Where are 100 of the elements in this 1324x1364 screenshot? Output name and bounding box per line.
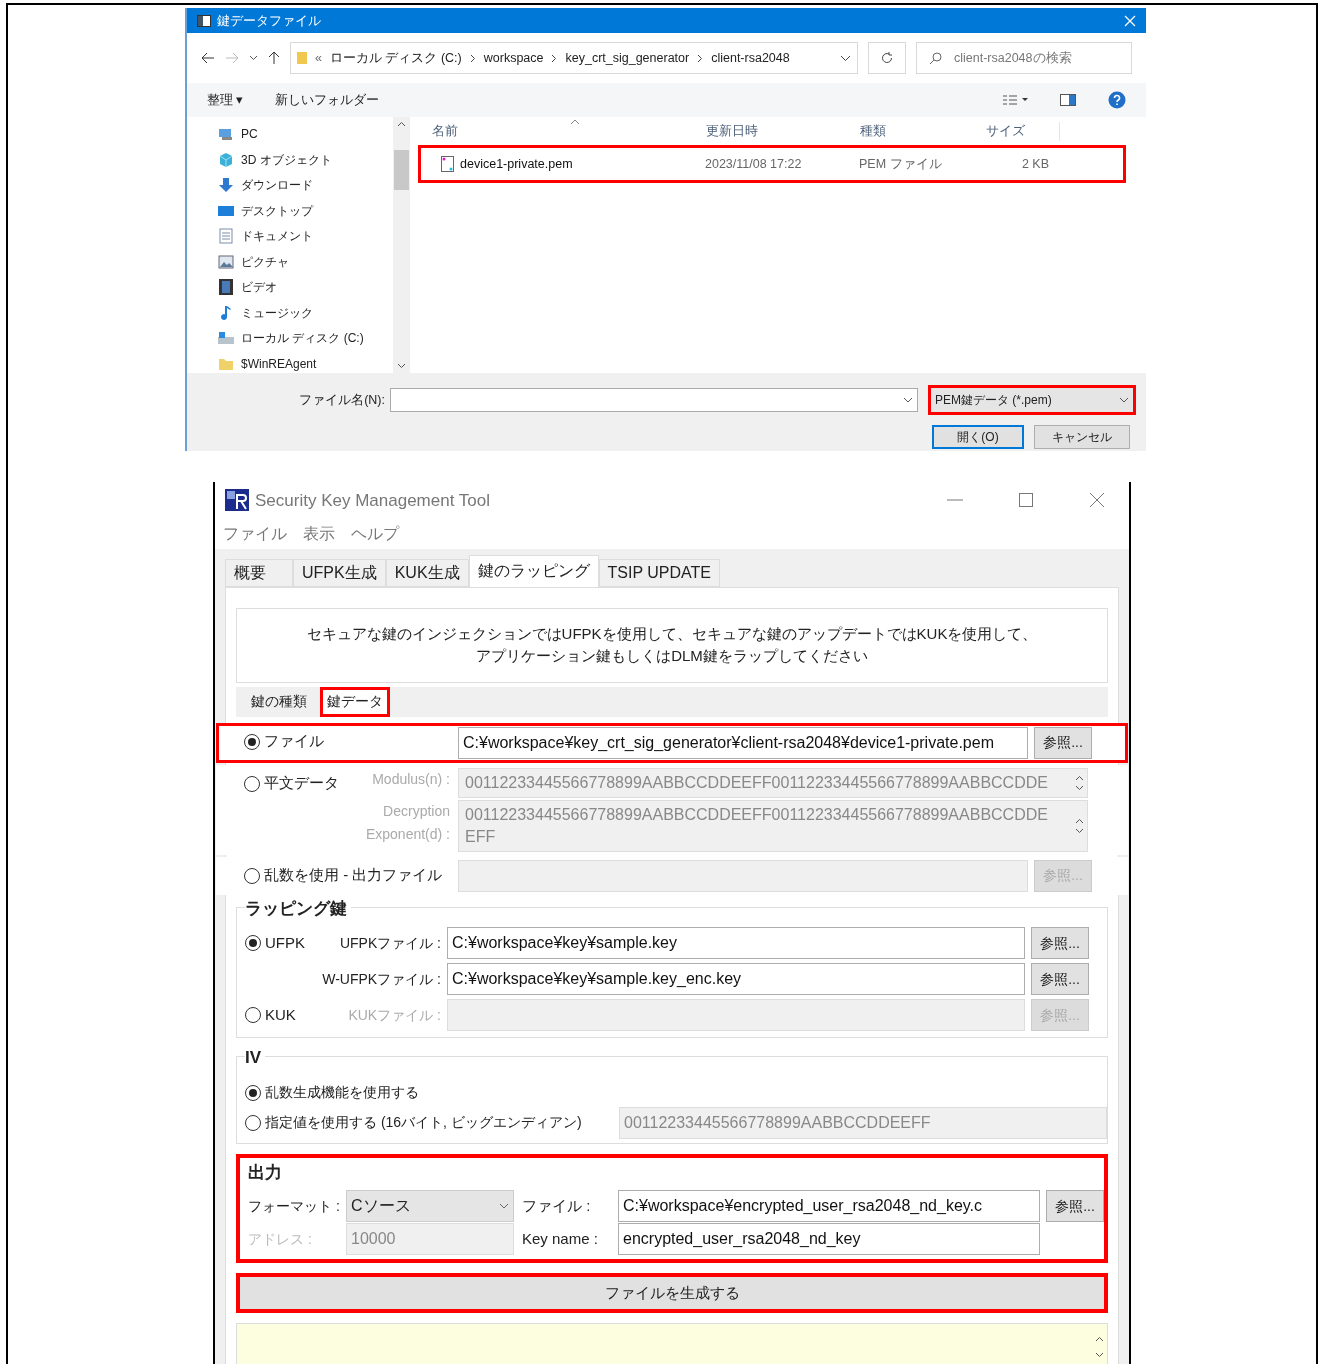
text-field[interactable]: C:¥workspace¥key¥sample.key_enc.key	[447, 963, 1025, 995]
column-header[interactable]: 種類	[854, 122, 980, 141]
text-field[interactable]: C:¥workspace¥encrypted_user_rsa2048_nd_key.c	[618, 1190, 1040, 1222]
sidebar-item[interactable]: ドキュメント	[241, 227, 313, 246]
path-segment[interactable]: key_crt_sig_generator	[565, 48, 690, 68]
preview-pane-icon[interactable]	[1060, 94, 1076, 106]
folder-icon	[219, 357, 233, 370]
scroll-down-icon[interactable]	[397, 363, 407, 369]
sidebar-item[interactable]: 3D オブジェクト	[241, 150, 332, 169]
radio-label[interactable]: 指定値を使用する (16バイト, ビッグエンディアン)	[265, 1112, 615, 1133]
organize-menu[interactable]: 整理 ▾	[207, 90, 244, 110]
folder-icon	[297, 51, 307, 65]
path-segment[interactable]: ローカル ディスク (C:)	[329, 48, 462, 68]
back-arrow-icon[interactable]	[201, 52, 215, 64]
close-icon[interactable]	[1089, 492, 1105, 509]
search-field[interactable]: client-rsa2048の検索	[916, 42, 1132, 74]
radio-button[interactable]	[245, 1084, 261, 1101]
tab[interactable]: KUK生成	[385, 558, 469, 587]
path-segment[interactable]: workspace	[483, 48, 544, 68]
browse-button[interactable]: 参照...	[1034, 726, 1092, 759]
sidebar-item[interactable]: デスクトップ	[241, 201, 313, 220]
tab[interactable]: UFPK生成	[293, 558, 386, 587]
tab[interactable]: 鍵のラッピング	[468, 554, 599, 587]
help-icon[interactable]	[1108, 91, 1126, 109]
text-field[interactable]: encrypted_user_rsa2048_nd_key	[618, 1223, 1040, 1255]
radio-label[interactable]: 平文データ	[264, 772, 339, 795]
scroll-thumb[interactable]	[394, 150, 410, 190]
table-cell-text: PEM ファイル	[858, 155, 943, 173]
scroll-up-icon[interactable]	[1074, 774, 1084, 781]
scroll-down-icon[interactable]	[1074, 827, 1084, 834]
column-header[interactable]: サイズ	[980, 122, 1060, 141]
field-label: Modulus(n) :	[371, 769, 450, 789]
radio-label[interactable]: ファイル	[264, 730, 324, 753]
tab[interactable]: TSIP UPDATE	[598, 558, 720, 587]
chevron-down-icon[interactable]	[249, 55, 258, 61]
sub-tab[interactable]: 鍵の種類	[244, 686, 314, 717]
radio-button[interactable]	[245, 1007, 261, 1023]
text-field[interactable]: C:¥workspace¥key¥sample.key	[447, 927, 1025, 959]
text-field[interactable]: C:¥workspace¥key_crt_sig_generator¥client-rsa2048¥device1-private.pem	[458, 726, 1028, 759]
browse-button[interactable]: 参照...	[1046, 1190, 1104, 1222]
file-type-dropdown[interactable]: PEM鍵データ (*.pem)	[928, 385, 1136, 415]
field-label: W-UFPKファイル :	[321, 969, 441, 989]
format-dropdown[interactable]: Cソース	[346, 1190, 514, 1222]
scroll-up-icon[interactable]	[1074, 817, 1084, 824]
maximize-icon[interactable]	[1019, 493, 1033, 508]
chevron-right-icon	[697, 53, 704, 63]
address-bar[interactable]: « ローカル ディスク (C:) workspace key_crt_sig_generator client-rsa2048	[290, 42, 858, 74]
group-title: 出力	[248, 1161, 282, 1184]
column-header[interactable]: 名前	[422, 122, 700, 141]
menu-item[interactable]: ヘルプ	[351, 521, 399, 546]
tab[interactable]: 概要	[225, 558, 293, 587]
radio-label[interactable]: KUK	[265, 1003, 296, 1027]
path-segment[interactable]: client-rsa2048	[711, 48, 790, 68]
down-arrow-icon	[218, 177, 234, 194]
table-cell-text: 2 KB	[1020, 155, 1049, 173]
refresh-button[interactable]	[868, 42, 906, 74]
up-arrow-icon[interactable]	[268, 51, 280, 65]
field-label: ファイル名(N):	[298, 391, 386, 409]
field-label: UFPKファイル :	[338, 933, 441, 953]
field-label: KUKファイル :	[347, 1005, 441, 1025]
browse-button[interactable]: 参照...	[1031, 927, 1089, 959]
file-row[interactable]: device1-private.pem 2023/11/08 17:22 PEM ファイル 2 KB	[418, 145, 1126, 183]
radio-button[interactable]	[245, 935, 261, 951]
filename-field[interactable]	[390, 388, 918, 412]
radio-button[interactable]	[244, 775, 260, 792]
text-field[interactable]	[447, 999, 1025, 1031]
radio-label[interactable]: UFPK	[265, 931, 305, 955]
column-header[interactable]: 更新日時	[700, 122, 854, 141]
scrollbar[interactable]	[393, 117, 410, 373]
sidebar-item[interactable]: ローカル ディスク (C:)	[241, 329, 364, 348]
sub-tab[interactable]: 鍵データ	[320, 686, 390, 717]
overflow-chevron[interactable]: «	[315, 48, 322, 68]
new-folder-button[interactable]: 新しいフォルダー	[275, 90, 970, 110]
cancel-button[interactable]: キャンセル	[1034, 425, 1130, 449]
browse-button[interactable]: 参照...	[1031, 963, 1089, 995]
open-button[interactable]: 開く(O)	[932, 425, 1024, 449]
chevron-down-icon[interactable]	[840, 54, 851, 62]
view-options-icon[interactable]	[1002, 94, 1028, 106]
chevron-right-icon	[551, 53, 558, 63]
sidebar-item[interactable]: $WinREAgent	[241, 354, 317, 373]
sidebar-item[interactable]: ダウンロード	[241, 176, 313, 195]
sidebar-item[interactable]: ミュージック	[241, 303, 313, 322]
scroll-up-icon[interactable]	[1094, 1336, 1104, 1342]
scroll-up-icon[interactable]	[397, 121, 407, 127]
radio-label[interactable]: 乱数を使用 - 出力ファイル	[264, 864, 443, 887]
sidebar-item[interactable]: PC	[241, 125, 258, 144]
search-icon	[929, 51, 942, 65]
sidebar-item[interactable]: ピクチャ	[241, 252, 289, 271]
radio-button[interactable]	[245, 1114, 261, 1131]
scroll-down-icon[interactable]	[1074, 784, 1084, 791]
scroll-down-icon[interactable]	[1094, 1352, 1104, 1358]
generate-file-button[interactable]: ファイルを生成する	[236, 1273, 1108, 1313]
text-field[interactable]	[458, 859, 1028, 892]
radio-button[interactable]	[244, 733, 260, 750]
radio-button[interactable]	[244, 867, 260, 884]
file-name: device1-private.pem	[460, 155, 573, 173]
radio-label[interactable]: 乱数生成機能を使用する	[265, 1082, 615, 1103]
menu-item[interactable]: ファイル	[223, 521, 287, 546]
menu-item[interactable]: 表示	[303, 521, 335, 546]
sidebar-item[interactable]: ビデオ	[241, 278, 277, 297]
